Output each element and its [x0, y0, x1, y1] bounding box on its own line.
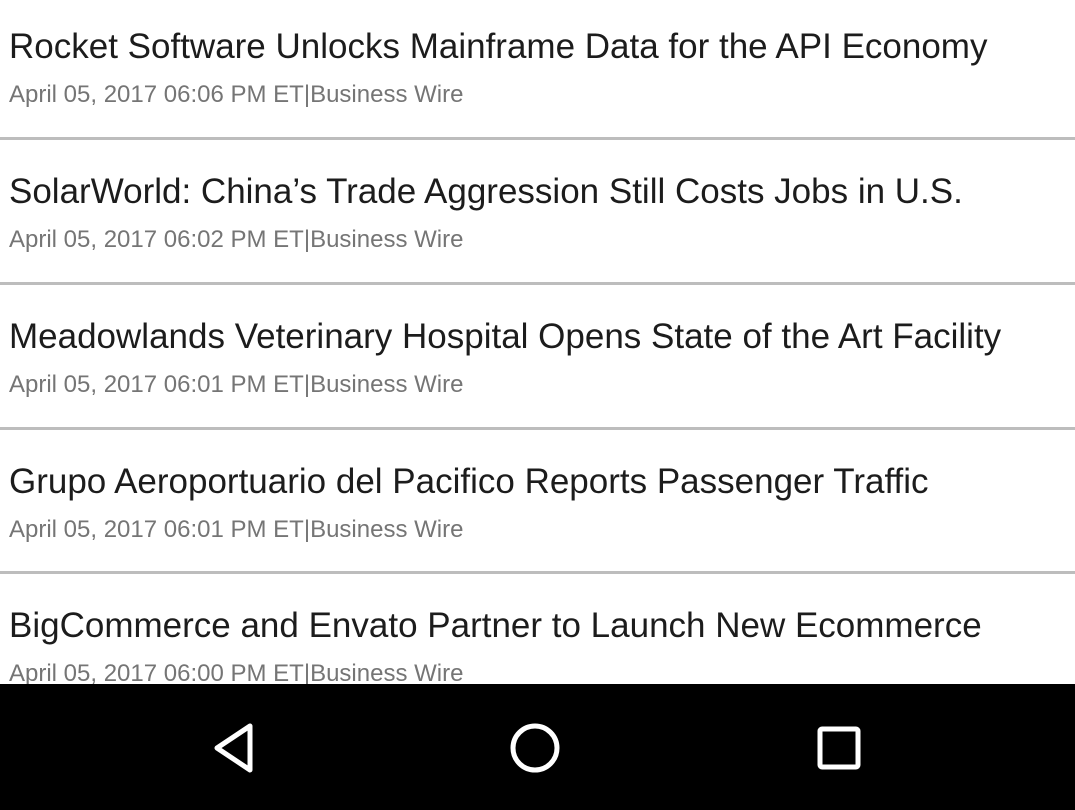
news-source: Business Wire: [310, 660, 464, 684]
news-source: Business Wire: [310, 371, 464, 398]
news-title: SolarWorld: China’s Trade Aggression Sti…: [9, 172, 963, 211]
divider: [0, 282, 1075, 285]
recents-square-icon: [817, 726, 861, 770]
news-date: April 05, 2017 06:00 PM ET: [9, 660, 304, 684]
news-title: Rocket Software Unlocks Mainframe Data f…: [9, 27, 988, 66]
news-source: Business Wire: [310, 226, 464, 253]
system-navigation-bar: [0, 684, 1075, 810]
home-circle-icon: [510, 723, 560, 773]
news-list: Rocket Software Unlocks Mainframe Data f…: [0, 0, 1075, 684]
news-item[interactable]: Meadowlands Veterinary Hospital Opens St…: [0, 290, 1075, 435]
news-date: April 05, 2017 06:01 PM ET: [9, 516, 304, 543]
news-meta: April 05, 2017 06:02 PM ET|Business Wire: [9, 225, 463, 255]
news-source: Business Wire: [310, 81, 464, 108]
news-title: Grupo Aeroportuario del Pacifico Reports…: [9, 462, 929, 501]
news-date: April 05, 2017 06:06 PM ET: [9, 81, 304, 108]
divider: [0, 427, 1075, 430]
news-meta: April 05, 2017 06:01 PM ET|Business Wire: [9, 370, 463, 400]
news-meta: April 05, 2017 06:01 PM ET|Business Wire: [9, 515, 463, 545]
news-item[interactable]: Rocket Software Unlocks Mainframe Data f…: [0, 0, 1075, 145]
back-button[interactable]: [198, 713, 268, 783]
home-button[interactable]: [500, 713, 570, 783]
divider: [0, 571, 1075, 574]
news-title: Meadowlands Veterinary Hospital Opens St…: [9, 317, 1002, 356]
news-source: Business Wire: [310, 516, 464, 543]
news-meta: April 05, 2017 06:00 PM ET|Business Wire: [9, 659, 463, 684]
news-item[interactable]: SolarWorld: China’s Trade Aggression Sti…: [0, 145, 1075, 290]
news-item[interactable]: Grupo Aeroportuario del Pacifico Reports…: [0, 435, 1075, 580]
news-item[interactable]: BigCommerce and Envato Partner to Launch…: [0, 579, 1075, 684]
back-triangle-icon: [214, 723, 253, 773]
news-date: April 05, 2017 06:01 PM ET: [9, 371, 304, 398]
news-title: BigCommerce and Envato Partner to Launch…: [9, 606, 982, 645]
recents-button[interactable]: [804, 713, 874, 783]
news-date: April 05, 2017 06:02 PM ET: [9, 226, 304, 253]
news-meta: April 05, 2017 06:06 PM ET|Business Wire: [9, 80, 463, 110]
divider: [0, 137, 1075, 140]
